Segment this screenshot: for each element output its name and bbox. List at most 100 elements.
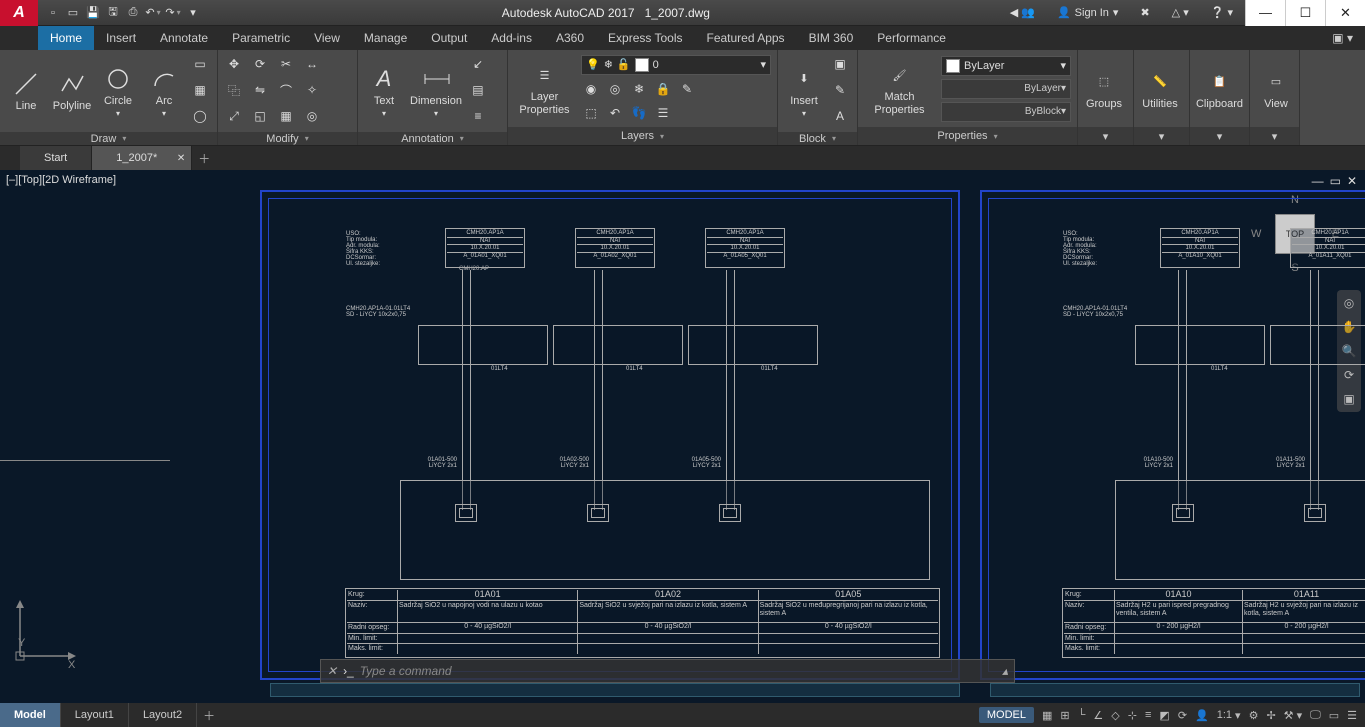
leader-icon[interactable]: ↙ <box>468 54 488 74</box>
mtext-icon[interactable]: ≡ <box>468 106 488 126</box>
qat-redo-icon[interactable]: ↷ <box>164 4 182 22</box>
status-gear-icon[interactable]: ⚙ <box>1249 709 1259 722</box>
mirror-icon[interactable]: ⇋ <box>250 80 270 100</box>
status-polar-icon[interactable]: ∠ <box>1093 709 1103 722</box>
rotate-icon[interactable]: ⟳ <box>250 54 270 74</box>
status-snap-icon[interactable]: ⊞ <box>1060 709 1069 722</box>
help-icon[interactable]: ❔ ▾ <box>1205 3 1239 23</box>
create-block-icon[interactable]: ▣ <box>830 54 850 74</box>
panel-annotation-title[interactable]: Annotation <box>358 132 507 145</box>
drawing-canvas[interactable]: [–][Top][2D Wireframe] — ▭ ✕ NSWE TOP ◎ … <box>0 170 1365 703</box>
layer-walk-icon[interactable]: 👣 <box>629 103 649 123</box>
circle-button[interactable]: Circle▾ <box>98 65 138 118</box>
tab-manage[interactable]: Manage <box>352 26 419 50</box>
layer-lock2-icon[interactable]: 🔒 <box>653 79 673 99</box>
exchange-icon[interactable]: ✖ <box>1134 3 1155 23</box>
line-button[interactable]: Line <box>6 70 46 112</box>
groups-button[interactable]: ⬚Groups <box>1084 68 1124 110</box>
tab-featured[interactable]: Featured Apps <box>695 26 797 50</box>
panel-draw-title[interactable]: Draw <box>0 132 217 145</box>
rectangle-icon[interactable]: ▭ <box>190 54 210 74</box>
qat-open-icon[interactable]: ▭ <box>64 4 82 22</box>
dimension-button[interactable]: Dimension▾ <box>410 65 462 118</box>
insert-button[interactable]: ⬇Insert▾ <box>784 65 824 118</box>
panel-clipboard-title[interactable]: ▾ <box>1190 127 1249 145</box>
status-grid-icon[interactable]: ▦ <box>1042 709 1052 722</box>
hatch-icon[interactable]: ▦ <box>190 80 210 100</box>
tab-performance[interactable]: Performance <box>865 26 958 50</box>
minimize-button[interactable]: — <box>1245 0 1285 26</box>
layer-match-icon[interactable]: ⬚ <box>581 103 601 123</box>
stretch-icon[interactable]: ⤢ <box>224 106 244 126</box>
text-button[interactable]: AText▾ <box>364 65 404 118</box>
tab-annotate[interactable]: Annotate <box>148 26 220 50</box>
a360-icon[interactable]: △ ▾ <box>1166 3 1195 23</box>
layer-states-icon[interactable]: ☰ <box>653 103 673 123</box>
tab-bim360[interactable]: BIM 360 <box>797 26 866 50</box>
scale-icon[interactable]: ◱ <box>250 106 270 126</box>
command-line[interactable]: ✕ ›_ Type a command ▴ <box>320 659 1015 683</box>
status-anno-icon[interactable]: ✢ <box>1266 709 1275 722</box>
tab-view[interactable]: View <box>302 26 352 50</box>
table-icon[interactable]: ▤ <box>468 80 488 100</box>
status-ortho-icon[interactable]: └ <box>1078 709 1086 721</box>
arc-button[interactable]: Arc▾ <box>144 65 184 118</box>
layer-off-icon[interactable]: ◉ <box>581 79 601 99</box>
polyline-button[interactable]: Polyline <box>52 70 92 112</box>
qat-undo-icon[interactable]: ↶ <box>144 4 162 22</box>
status-cycle-icon[interactable]: ⟳ <box>1178 709 1187 722</box>
close-tab-icon[interactable]: ✕ <box>177 153 185 164</box>
status-custom-icon[interactable]: ☰ <box>1347 709 1357 722</box>
status-lwt-icon[interactable]: ≡ <box>1145 709 1151 721</box>
status-ws-icon[interactable]: ⚒ ▾ <box>1284 709 1302 722</box>
utilities-button[interactable]: 📏Utilities <box>1140 68 1180 110</box>
close-button[interactable]: ✕ <box>1325 0 1365 26</box>
tab-express[interactable]: Express Tools <box>596 26 694 50</box>
sign-in-button[interactable]: 👤 Sign In ▾ <box>1051 3 1124 23</box>
color-dropdown[interactable]: ByLayer▾ <box>941 56 1071 76</box>
ribbon-collapse-icon[interactable]: ▣ ▾ <box>1320 26 1365 50</box>
qat-plot-icon[interactable]: ⎙ <box>124 4 142 22</box>
tab-a360[interactable]: A360 <box>544 26 596 50</box>
maximize-button[interactable]: ☐ <box>1285 0 1325 26</box>
status-transp-icon[interactable]: ◩ <box>1159 709 1169 722</box>
layer-make-icon[interactable]: ✎ <box>677 79 697 99</box>
panel-layers-title[interactable]: Layers <box>508 127 777 145</box>
status-person-icon[interactable]: 👤 <box>1195 709 1209 722</box>
linetype-dropdown[interactable]: ByBlock ▾ <box>941 102 1071 122</box>
cmd-close-icon[interactable]: ✕ <box>327 664 337 678</box>
layouttab-layout2[interactable]: Layout2 <box>129 703 197 727</box>
lineweight-dropdown[interactable]: ByLayer ▾ <box>941 79 1071 99</box>
edit-block-icon[interactable]: ✎ <box>830 80 850 100</box>
tab-output[interactable]: Output <box>419 26 479 50</box>
panel-groups-title[interactable]: ▾ <box>1078 127 1133 145</box>
attr-icon[interactable]: A <box>830 106 850 126</box>
layer-prev-icon[interactable]: ↶ <box>605 103 625 123</box>
filetab-start[interactable]: Start <box>20 146 92 170</box>
status-scale[interactable]: 1:1 ▾ <box>1217 709 1241 722</box>
panel-modify-title[interactable]: Modify <box>218 132 357 145</box>
trim-icon[interactable]: ✂ <box>276 54 296 74</box>
tab-parametric[interactable]: Parametric <box>220 26 302 50</box>
panel-properties-title[interactable]: Properties <box>858 127 1077 145</box>
tab-home[interactable]: Home <box>38 26 94 50</box>
status-model-button[interactable]: MODEL <box>979 707 1034 723</box>
status-monitor-icon[interactable]: 🖵 <box>1310 709 1321 722</box>
status-clean-icon[interactable]: ▭ <box>1329 709 1339 722</box>
tab-insert[interactable]: Insert <box>94 26 148 50</box>
add-layout-button[interactable]: ＋ <box>197 703 221 727</box>
clipboard-button[interactable]: 📋Clipboard <box>1196 68 1243 110</box>
app-logo[interactable]: A <box>0 0 38 26</box>
qat-new-icon[interactable]: ▫ <box>44 4 62 22</box>
tab-addins[interactable]: Add-ins <box>479 26 544 50</box>
status-osnap-icon[interactable]: ◇ <box>1111 709 1119 722</box>
layer-iso-icon[interactable]: ◎ <box>605 79 625 99</box>
layer-properties-button[interactable]: ☰Layer Properties <box>514 61 575 115</box>
cmd-input[interactable]: Type a command <box>360 664 452 678</box>
qat-more-icon[interactable]: ▾ <box>184 4 202 22</box>
search-toggle-icon[interactable]: ◀ 👥 <box>1004 3 1041 23</box>
filetab-current[interactable]: 1_2007*✕ <box>92 146 192 170</box>
panel-block-title[interactable]: Block <box>778 132 857 145</box>
match-properties-button[interactable]: 🖌Match Properties <box>864 61 935 115</box>
qat-saveas-icon[interactable]: 🖫 <box>104 4 122 22</box>
